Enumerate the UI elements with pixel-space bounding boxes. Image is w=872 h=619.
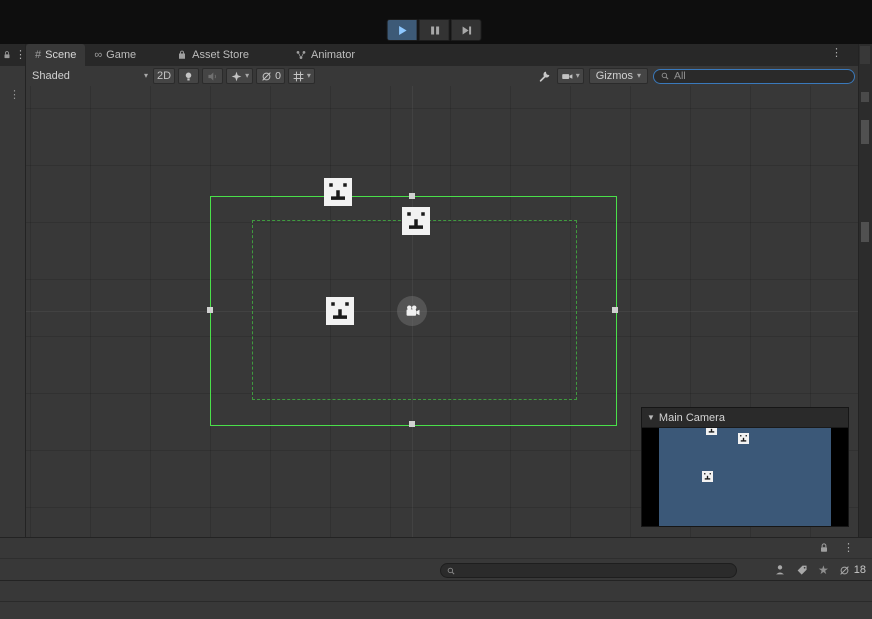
sprite-object[interactable]	[402, 207, 430, 235]
scrollbar-thumb[interactable]	[861, 222, 869, 242]
play-icon	[395, 24, 409, 37]
filter-by-label-icon[interactable]	[796, 564, 809, 577]
kebab-menu-icon[interactable]: ⋮	[9, 90, 20, 101]
draw-mode-dropdown[interactable]: Shaded ▾	[30, 70, 150, 82]
camera-preview-panel: ▼ Main Camera	[641, 407, 849, 527]
effects-icon	[230, 70, 243, 83]
asset-store-icon	[176, 49, 188, 61]
docked-tab-stub[interactable]	[860, 46, 870, 64]
camera-preview-title: Main Camera	[658, 411, 725, 424]
draw-mode-label: Shaded	[32, 70, 70, 82]
2d-label: 2D	[157, 70, 172, 82]
gizmos-dropdown-button[interactable]: Gizmos ▾	[588, 68, 648, 84]
unity-editor-window: ⋮ ⋮ # Scene ∞ Game Asset Store Animator …	[0, 0, 872, 619]
video-camera-icon	[404, 303, 421, 320]
sprite-object[interactable]	[324, 178, 352, 206]
scene-lighting-button[interactable]	[178, 68, 200, 84]
tools-wrench-icon[interactable]	[538, 69, 552, 83]
2d-toggle-button[interactable]: 2D	[153, 68, 176, 84]
scene-view-toolbar: Shaded ▾ 2D ▾ 0 ▾ ▾ Gizmos ▾ All	[26, 66, 858, 87]
chevron-down-icon: ▾	[636, 71, 641, 80]
save-search-star-icon[interactable]: ★	[818, 564, 829, 576]
scene-effects-button[interactable]: ▾	[226, 68, 254, 84]
scene-toolbar-right: ▾ Gizmos ▾ All	[538, 68, 855, 84]
tab-label: Animator	[311, 49, 356, 61]
play-controls	[386, 19, 482, 41]
chevron-down-icon: ▾	[143, 71, 148, 80]
selection-handle-right[interactable]	[612, 307, 618, 313]
tab-animator[interactable]: Animator	[286, 44, 364, 66]
selection-handle-top[interactable]	[409, 193, 415, 199]
lightbulb-icon	[182, 70, 195, 83]
bottom-panel-header: ⋮	[0, 537, 872, 559]
search-icon	[446, 566, 456, 576]
tab-game[interactable]: ∞ Game	[85, 44, 145, 66]
main-camera-gizmo[interactable]	[397, 296, 427, 326]
bottom-panel-toolbar: ★ 18	[0, 560, 872, 580]
tab-scene[interactable]: # Scene	[26, 44, 86, 66]
kebab-menu-icon[interactable]: ⋮	[15, 49, 26, 61]
animator-icon	[295, 49, 307, 61]
scene-search-field[interactable]: All	[653, 68, 855, 84]
hidden-count: 18	[853, 564, 866, 576]
chevron-down-icon: ▾	[306, 71, 311, 80]
scene-visibility-eye-icon[interactable]	[838, 564, 851, 577]
scene-grid-icon: #	[35, 49, 42, 61]
left-panel-header: ⋮	[0, 44, 26, 66]
scene-toolbar-left: Shaded ▾ 2D ▾ 0 ▾	[30, 68, 315, 84]
step-icon	[459, 24, 473, 37]
lock-icon[interactable]	[818, 542, 830, 554]
sprite-object[interactable]	[326, 297, 354, 325]
chevron-down-icon: ▾	[245, 71, 250, 80]
scene-search-value: All	[674, 70, 686, 82]
hierarchy-search-field[interactable]	[440, 563, 737, 578]
view-tab-bar: # Scene ∞ Game Asset Store Animator ⋮	[26, 44, 858, 66]
play-button[interactable]	[386, 19, 418, 41]
search-icon	[660, 71, 670, 81]
tab-label: Game	[106, 49, 137, 61]
hidden-objects-button[interactable]: 0	[256, 68, 285, 84]
game-icon: ∞	[94, 49, 103, 61]
lock-icon[interactable]	[2, 50, 12, 60]
tab-label: Asset Store	[192, 49, 249, 61]
eye-slash-icon	[260, 70, 273, 83]
chevron-down-icon: ▾	[575, 71, 580, 80]
scene-audio-button[interactable]	[202, 68, 224, 84]
filter-by-type-icon[interactable]	[773, 563, 787, 577]
right-panel-edge	[858, 44, 872, 537]
scene-camera-settings-button[interactable]: ▾	[556, 68, 584, 84]
grid-icon	[292, 70, 305, 83]
bottom-toolbar-icons: ★ 18	[773, 562, 866, 578]
gizmos-label: Gizmos	[595, 70, 633, 82]
kebab-menu-icon[interactable]: ⋮	[843, 542, 854, 554]
hidden-objects-count: 0	[275, 70, 281, 82]
grid-visibility-button[interactable]: ▾	[287, 68, 315, 84]
camera-preview-viewport	[642, 428, 848, 526]
scene-view[interactable]: ▼ Main Camera	[26, 86, 858, 537]
camera-preview-header[interactable]: ▼ Main Camera	[642, 408, 848, 428]
scrollbar-thumb[interactable]	[861, 120, 869, 144]
panel-divider	[0, 601, 872, 602]
step-button[interactable]	[450, 19, 482, 41]
tab-label: Scene	[45, 49, 77, 61]
speaker-icon	[206, 70, 219, 83]
bottom-panel-body	[0, 580, 872, 619]
scrollbar-arrow[interactable]	[861, 92, 869, 102]
sprite-object-preview	[738, 433, 749, 444]
camera-icon	[561, 70, 574, 83]
tab-asset-store[interactable]: Asset Store	[167, 44, 258, 66]
selection-handle-bottom[interactable]	[409, 421, 415, 427]
sprite-object-preview	[702, 471, 713, 482]
pause-button[interactable]	[418, 19, 450, 41]
pause-icon	[427, 24, 441, 37]
tab-overflow-menu-icon[interactable]: ⋮	[831, 48, 842, 59]
selection-handle-left[interactable]	[207, 307, 213, 313]
left-panel-edge: ⋮ ⋮	[0, 44, 26, 537]
sprite-object-preview	[706, 428, 717, 435]
foldout-triangle-icon[interactable]: ▼	[647, 413, 655, 422]
main-toolbar	[0, 0, 872, 44]
